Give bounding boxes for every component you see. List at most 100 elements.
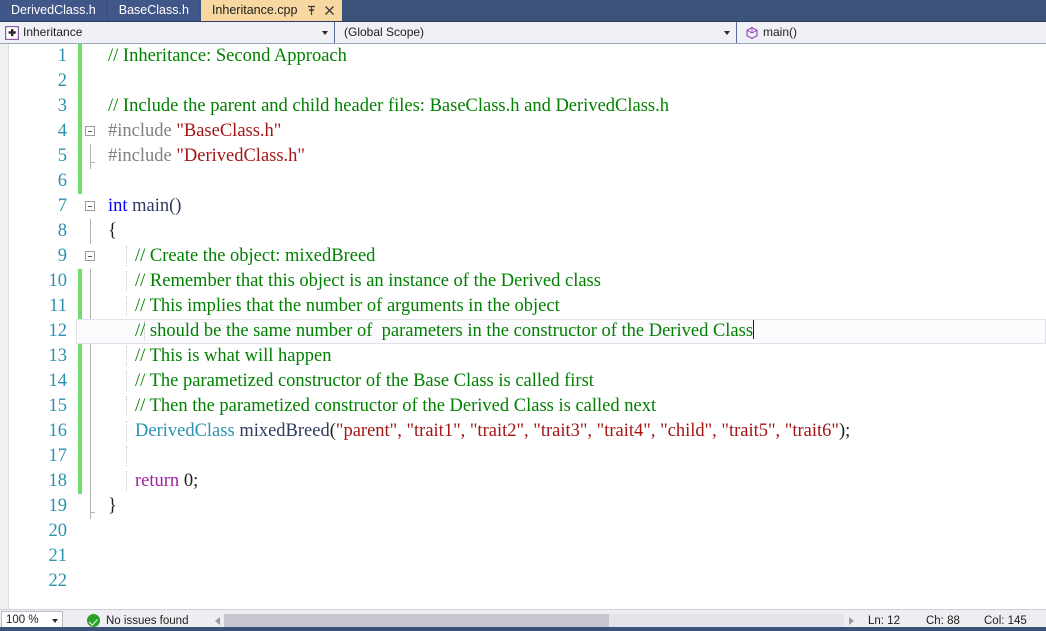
fold-gutter[interactable] bbox=[82, 319, 102, 344]
code-editor[interactable]: 1 // Inheritance: Second Approach 2 3 //… bbox=[0, 44, 1046, 609]
fold-gutter[interactable] bbox=[82, 519, 102, 544]
code-text[interactable]: { bbox=[102, 219, 1046, 244]
code-line[interactable]: 7 int main() bbox=[9, 194, 1046, 219]
scope-dropdown[interactable]: (Global Scope) bbox=[335, 22, 737, 43]
code-line[interactable]: 8 { bbox=[9, 219, 1046, 244]
fold-gutter[interactable] bbox=[82, 144, 102, 169]
tab-baseclass-h[interactable]: BaseClass.h bbox=[107, 0, 199, 21]
fold-gutter[interactable] bbox=[82, 394, 102, 419]
fold-gutter[interactable] bbox=[82, 194, 102, 219]
code-line[interactable]: 19 } bbox=[9, 494, 1046, 519]
collapse-region-icon[interactable] bbox=[85, 251, 95, 261]
scrollbar-thumb[interactable] bbox=[224, 613, 609, 628]
code-text[interactable] bbox=[102, 569, 1046, 594]
code-text[interactable]: // Include the parent and child header f… bbox=[102, 94, 1046, 119]
issues-status[interactable]: No issues found bbox=[87, 614, 188, 627]
fold-connector-line bbox=[89, 144, 95, 169]
fold-gutter[interactable] bbox=[82, 544, 102, 569]
tab-bar-empty-space bbox=[344, 0, 1046, 21]
comment-token: // Then the parametized constructor of t… bbox=[135, 396, 657, 416]
collapse-region-icon[interactable] bbox=[85, 201, 95, 211]
code-line[interactable]: 5 #include "DerivedClass.h" bbox=[9, 144, 1046, 169]
fold-gutter[interactable] bbox=[82, 494, 102, 519]
code-text[interactable]: // Inheritance: Second Approach bbox=[102, 44, 1046, 69]
literal-token: 0; bbox=[179, 471, 199, 491]
collapse-region-icon[interactable] bbox=[85, 126, 95, 136]
code-text[interactable]: return 0; bbox=[102, 469, 1046, 494]
code-line[interactable]: 14 // The parametized constructor of the… bbox=[9, 369, 1046, 394]
fold-gutter[interactable] bbox=[82, 94, 102, 119]
code-text[interactable] bbox=[102, 444, 1046, 469]
code-line-current[interactable]: 12 // should be the same number of param… bbox=[9, 319, 1046, 344]
code-text[interactable]: #include "DerivedClass.h" bbox=[102, 144, 1046, 169]
code-line[interactable]: 1 // Inheritance: Second Approach bbox=[9, 44, 1046, 69]
code-text[interactable] bbox=[102, 519, 1046, 544]
code-line[interactable]: 6 bbox=[9, 169, 1046, 194]
code-text[interactable]: // Then the parametized constructor of t… bbox=[102, 394, 1046, 419]
code-lines-container[interactable]: 1 // Inheritance: Second Approach 2 3 //… bbox=[9, 44, 1046, 609]
tab-label: BaseClass.h bbox=[118, 3, 189, 17]
code-line[interactable]: 20 bbox=[9, 519, 1046, 544]
fold-gutter[interactable] bbox=[82, 44, 102, 69]
fold-gutter[interactable] bbox=[82, 269, 102, 294]
code-line[interactable]: 16 DerivedClass mixedBreed("parent", "tr… bbox=[9, 419, 1046, 444]
code-line[interactable]: 22 bbox=[9, 569, 1046, 594]
tab-inheritance-cpp[interactable]: Inheritance.cpp bbox=[200, 0, 343, 21]
pin-icon[interactable] bbox=[305, 4, 318, 17]
code-text[interactable]: int main() bbox=[102, 194, 1046, 219]
code-line[interactable]: 10 // Remember that this object is an in… bbox=[9, 269, 1046, 294]
line-number: 17 bbox=[48, 446, 68, 466]
code-text[interactable]: } bbox=[102, 494, 1046, 519]
code-text[interactable]: // This is what will happen bbox=[102, 344, 1046, 369]
fold-gutter[interactable] bbox=[82, 69, 102, 94]
code-line[interactable]: 4 #include "BaseClass.h" bbox=[9, 119, 1046, 144]
chevron-down-icon[interactable] bbox=[48, 618, 62, 623]
code-line[interactable]: 17 bbox=[9, 444, 1046, 469]
code-line[interactable]: 3 // Include the parent and child header… bbox=[9, 94, 1046, 119]
code-line[interactable]: 18 return 0; bbox=[9, 469, 1046, 494]
code-line[interactable]: 2 bbox=[9, 69, 1046, 94]
code-text[interactable]: DerivedClass mixedBreed("parent", "trait… bbox=[102, 419, 1046, 444]
line-number: 11 bbox=[49, 296, 67, 316]
scrollbar-track[interactable] bbox=[224, 613, 844, 628]
code-text[interactable]: // Remember that this object is an insta… bbox=[102, 269, 1046, 294]
fold-gutter[interactable] bbox=[82, 444, 102, 469]
fold-gutter[interactable] bbox=[82, 569, 102, 594]
code-line[interactable]: 9 // Create the object: mixedBreed bbox=[9, 244, 1046, 269]
fold-gutter[interactable] bbox=[82, 169, 102, 194]
fold-gutter[interactable] bbox=[82, 244, 102, 269]
fold-gutter[interactable] bbox=[82, 469, 102, 494]
comment-token: // This implies that the number of argum… bbox=[135, 296, 560, 316]
fold-gutter[interactable] bbox=[82, 344, 102, 369]
fold-gutter[interactable] bbox=[82, 419, 102, 444]
fold-gutter[interactable] bbox=[82, 219, 102, 244]
fold-gutter[interactable] bbox=[82, 119, 102, 144]
project-icon bbox=[4, 25, 19, 40]
code-text[interactable]: #include "BaseClass.h" bbox=[102, 119, 1046, 144]
code-line[interactable]: 15 // Then the parametized constructor o… bbox=[9, 394, 1046, 419]
code-text[interactable]: // This implies that the number of argum… bbox=[102, 294, 1046, 319]
line-number: 9 bbox=[57, 246, 67, 266]
code-line[interactable]: 11 // This implies that the number of ar… bbox=[9, 294, 1046, 319]
code-line[interactable]: 21 bbox=[9, 544, 1046, 569]
code-text[interactable]: // should be the same number of paramete… bbox=[76, 319, 1046, 344]
code-text[interactable] bbox=[102, 544, 1046, 569]
close-icon[interactable] bbox=[323, 4, 336, 17]
editor-left-margin bbox=[0, 44, 9, 609]
code-text[interactable] bbox=[102, 69, 1046, 94]
code-line[interactable]: 13 // This is what will happen bbox=[9, 344, 1046, 369]
caret-position-group: Ln: 12 Ch: 88 Col: 145 bbox=[864, 615, 1038, 627]
string-token: "DerivedClass.h" bbox=[176, 146, 305, 166]
chevron-down-icon[interactable] bbox=[318, 30, 332, 35]
fold-gutter[interactable] bbox=[82, 369, 102, 394]
tab-derivedclass-h[interactable]: DerivedClass.h bbox=[0, 0, 106, 21]
code-text[interactable]: // The parametized constructor of the Ba… bbox=[102, 369, 1046, 394]
code-text[interactable]: // Create the object: mixedBreed bbox=[102, 244, 1046, 269]
code-text[interactable] bbox=[102, 169, 1046, 194]
project-dropdown[interactable]: Inheritance bbox=[0, 22, 335, 43]
line-number: 6 bbox=[57, 171, 67, 191]
chevron-down-icon[interactable] bbox=[720, 30, 734, 35]
fold-gutter[interactable] bbox=[82, 294, 102, 319]
member-dropdown[interactable]: main() bbox=[737, 22, 1046, 43]
project-dropdown-label: Inheritance bbox=[23, 25, 83, 39]
